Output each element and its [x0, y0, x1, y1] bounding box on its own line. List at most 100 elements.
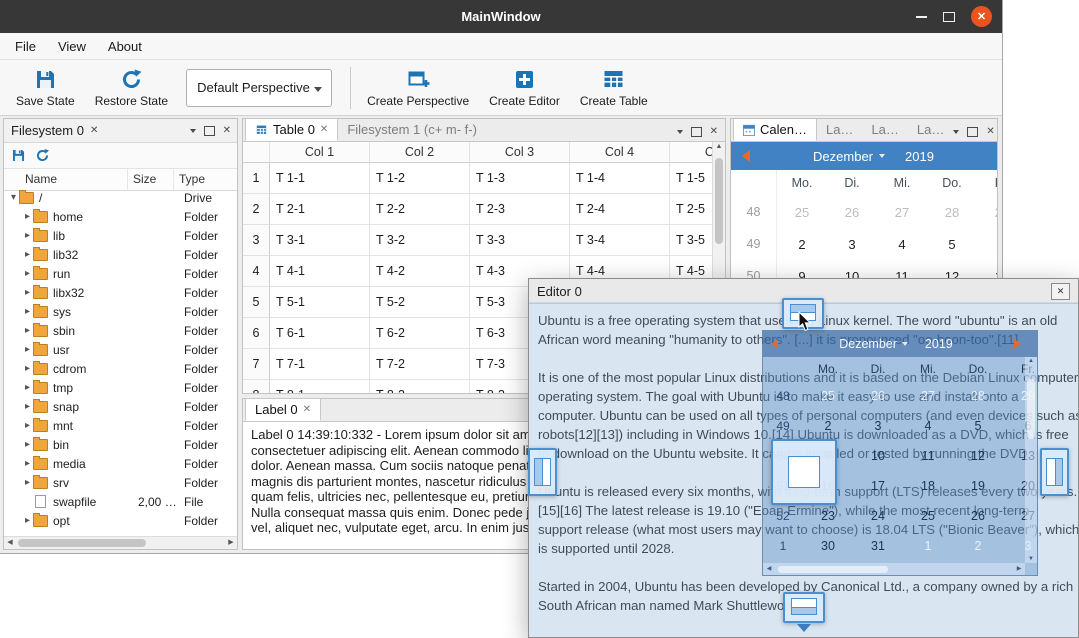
calendar-day[interactable]: 5 — [927, 237, 977, 252]
table-cell[interactable]: T 3-1 — [270, 225, 370, 256]
tab-la-2[interactable]: La… — [862, 118, 907, 141]
expander-icon[interactable]: ▸ — [22, 477, 33, 488]
create-table-button[interactable]: Create Table — [570, 65, 658, 111]
row-header[interactable]: 6 — [243, 318, 270, 349]
expander-icon[interactable]: ▸ — [22, 458, 33, 469]
column-header-name[interactable]: Name — [4, 169, 128, 190]
row-header[interactable]: 2 — [243, 194, 270, 225]
perspective-dropdown[interactable]: Default Perspective — [186, 69, 332, 107]
horizontal-scrollbar[interactable]: ◀ ▶ — [4, 536, 237, 549]
previous-month-icon[interactable] — [742, 150, 750, 162]
dock-float-icon[interactable] — [204, 126, 215, 136]
table-cell[interactable]: T 7-2 — [370, 349, 470, 380]
calendar-day[interactable]: 6 — [977, 237, 998, 252]
column-header[interactable]: Col 5 — [670, 142, 712, 163]
dock-menu-icon[interactable] — [190, 129, 196, 133]
tree-row[interactable]: ▸snapFolder — [4, 397, 237, 416]
dock-indicator-center[interactable] — [771, 439, 837, 505]
table-cell[interactable]: T 2-3 — [470, 194, 570, 225]
table-cell[interactable]: T 7-1 — [270, 349, 370, 380]
tab-table-0[interactable]: Table 0✕ — [245, 118, 338, 141]
expander-icon[interactable]: ▸ — [22, 515, 33, 526]
restore-icon[interactable] — [35, 148, 50, 163]
expander-icon[interactable]: ▸ — [22, 363, 33, 374]
expander-icon[interactable]: ▸ — [22, 249, 33, 260]
table-cell[interactable]: T 1-2 — [370, 163, 470, 194]
row-header[interactable]: 1 — [243, 163, 270, 194]
minimize-button[interactable] — [916, 16, 927, 18]
dock-menu-icon[interactable] — [953, 130, 959, 134]
save-state-button[interactable]: Save State — [6, 65, 85, 111]
dock-indicator-right[interactable] — [1040, 448, 1069, 496]
save-icon[interactable] — [11, 148, 26, 163]
expander-icon[interactable]: ▸ — [22, 211, 33, 222]
close-button[interactable]: ✕ — [971, 6, 992, 27]
titlebar[interactable]: MainWindow ✕ — [0, 0, 1002, 33]
tree-row[interactable]: ▸srvFolder — [4, 473, 237, 492]
expander-icon[interactable]: ▸ — [22, 325, 33, 336]
dock-close-button[interactable]: ✕ — [223, 126, 231, 136]
expander-icon[interactable]: ▸ — [22, 306, 33, 317]
dock-float-icon[interactable] — [967, 127, 978, 137]
table-cell[interactable]: T 1-1 — [270, 163, 370, 194]
menu-item-about[interactable]: About — [97, 33, 153, 60]
menu-item-file[interactable]: File — [4, 33, 47, 60]
calendar-year[interactable]: 2019 — [905, 149, 934, 164]
tree-row[interactable]: ▸mntFolder — [4, 416, 237, 435]
tab-filesystem-1-c-m-f[interactable]: Filesystem 1 (c+ m- f-) — [338, 118, 486, 141]
dock-float-icon[interactable] — [691, 127, 702, 137]
table-cell[interactable]: T 1-3 — [470, 163, 570, 194]
tree-row[interactable]: ▸cdromFolder — [4, 359, 237, 378]
tab-la-1[interactable]: La… — [817, 118, 862, 141]
column-header[interactable]: Col 4 — [570, 142, 670, 163]
row-header[interactable]: 7 — [243, 349, 270, 380]
table-cell[interactable]: T 4-2 — [370, 256, 470, 287]
tree-row[interactable]: ▸lib32Folder — [4, 245, 237, 264]
tree-row[interactable]: ▸libx32Folder — [4, 283, 237, 302]
calendar-day[interactable]: 26 — [827, 205, 877, 220]
calendar-day[interactable]: 27 — [877, 205, 927, 220]
table-cell[interactable]: T 5-1 — [270, 287, 370, 318]
scroll-up-icon[interactable]: ▲ — [713, 143, 725, 150]
calendar-day[interactable]: 3 — [827, 237, 877, 252]
calendar-month[interactable]: Dezember — [813, 149, 873, 164]
tree-row[interactable]: ▾/Drive — [4, 188, 237, 207]
table-cell[interactable]: T 8-2 — [370, 380, 470, 393]
tab-close-icon[interactable]: ✕ — [303, 404, 311, 415]
expander-icon[interactable]: ▸ — [22, 268, 33, 279]
tab-close-icon[interactable]: ✕ — [320, 124, 328, 135]
expander-icon[interactable]: ▸ — [22, 401, 33, 412]
scrollbar-thumb[interactable] — [715, 158, 723, 244]
dock-close-button[interactable]: ✕ — [710, 127, 718, 137]
tab-calen-0[interactable]: Calen… — [733, 118, 817, 141]
scroll-left-icon[interactable]: ◀ — [4, 537, 16, 549]
expander-icon[interactable]: ▸ — [22, 420, 33, 431]
restore-state-button[interactable]: Restore State — [85, 65, 178, 111]
dock-indicator-bottom[interactable] — [783, 592, 825, 623]
table-cell[interactable]: T 3-2 — [370, 225, 470, 256]
table-cell[interactable]: T 4-1 — [270, 256, 370, 287]
dock-close-button[interactable]: ✕ — [986, 127, 994, 137]
calendar-day[interactable]: 4 — [877, 237, 927, 252]
column-header-type[interactable]: Type — [174, 169, 237, 190]
tree-row[interactable]: ▸sbinFolder — [4, 321, 237, 340]
table-cell[interactable]: T 6-2 — [370, 318, 470, 349]
dock-indicator-left[interactable] — [528, 448, 557, 496]
create-editor-button[interactable]: Create Editor — [479, 65, 570, 111]
table-cell[interactable]: T 5-2 — [370, 287, 470, 318]
row-header[interactable]: 5 — [243, 287, 270, 318]
table-cell[interactable]: T 3-3 — [470, 225, 570, 256]
table-cell[interactable]: T 2-4 — [570, 194, 670, 225]
table-cell[interactable]: T 3-4 — [570, 225, 670, 256]
tree-row[interactable]: ▸usrFolder — [4, 340, 237, 359]
scroll-right-icon[interactable]: ▶ — [225, 537, 237, 549]
row-header[interactable]: 4 — [243, 256, 270, 287]
menu-item-view[interactable]: View — [47, 33, 97, 60]
expander-icon[interactable]: ▸ — [22, 230, 33, 241]
maximize-button[interactable] — [943, 12, 955, 22]
table-cell[interactable]: T 2-5 — [670, 194, 712, 225]
tree-row[interactable]: ▸binFolder — [4, 435, 237, 454]
table-cell[interactable]: T 1-4 — [570, 163, 670, 194]
calendar-day[interactable]: 28 — [927, 205, 977, 220]
scrollbar-thumb[interactable] — [18, 539, 146, 547]
